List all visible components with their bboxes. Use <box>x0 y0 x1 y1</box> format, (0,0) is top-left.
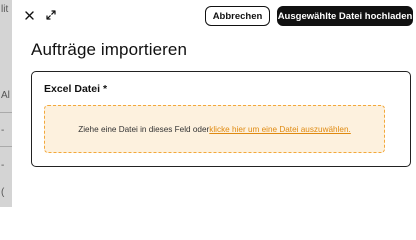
select-file-link[interactable]: klicke hier um eine Datei auszuwählen. <box>209 125 351 134</box>
close-icon[interactable] <box>22 8 36 22</box>
page: lit Al - - ( Abbrechen Ausgewählte Datei… <box>0 0 416 207</box>
excel-file-card: Excel Datei * Ziehe eine Datei in dieses… <box>31 71 411 167</box>
background-text-fragment: - <box>1 160 5 171</box>
excel-file-label: Excel Datei * <box>44 83 108 95</box>
cancel-button[interactable]: Abbrechen <box>205 6 270 26</box>
background-text-fragment: Al <box>1 90 10 101</box>
upload-selected-file-button[interactable]: Ausgewählte Datei hochladen <box>277 6 413 26</box>
background-app-strip: lit Al - - ( <box>0 0 12 207</box>
import-dialog: Abbrechen Ausgewählte Datei hochladen Au… <box>12 0 416 207</box>
expand-icon[interactable] <box>44 8 58 22</box>
background-text-fragment: - <box>1 125 5 136</box>
dropzone-text: Ziehe eine Datei in dieses Feld oder <box>78 124 210 134</box>
background-divider <box>0 146 12 147</box>
background-text-fragment: lit <box>1 4 9 15</box>
page-title: Aufträge importieren <box>31 40 188 59</box>
file-dropzone[interactable]: Ziehe eine Datei in dieses Feld oder kli… <box>44 105 385 153</box>
background-text-fragment: ( <box>1 187 5 198</box>
background-divider <box>0 112 12 113</box>
